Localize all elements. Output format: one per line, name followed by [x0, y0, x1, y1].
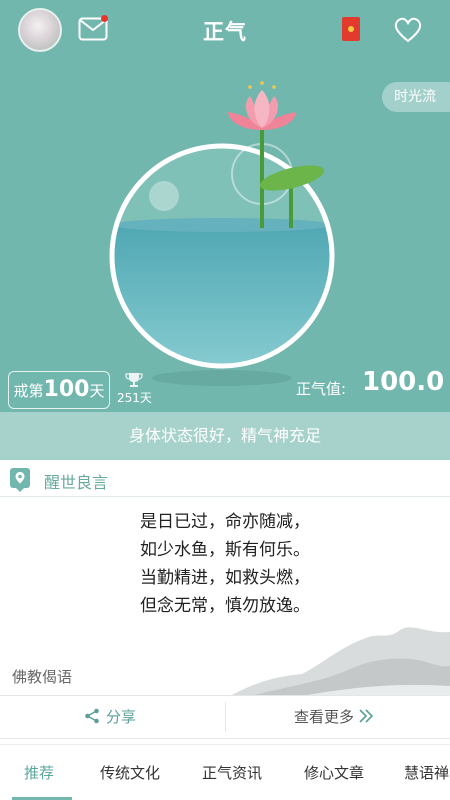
lotus-bowl-scene: 时光流 戒第100天 251天 正气值: 100.0: [0, 60, 450, 412]
lotus-icon: [228, 81, 296, 130]
tab-zen-wisdom[interactable]: 慧语禅: [404, 745, 449, 800]
trophy-icon: [125, 373, 143, 387]
action-separator: [225, 702, 226, 732]
abstinence-days-badge: 戒第100天: [8, 371, 110, 409]
bottom-tab-bar: 推荐 传统文化 正气资讯 修心文章 慧语禅: [0, 744, 450, 800]
days-prefix: 戒第: [13, 382, 44, 400]
share-label: 分享: [106, 708, 137, 726]
poem-line: 如少水鱼，斯有何乐。: [140, 540, 310, 560]
red-packet-icon[interactable]: [342, 17, 360, 41]
ink-mountain-decoration: [230, 627, 450, 696]
poem-line: 当勤精进，如救头燃，: [140, 568, 310, 588]
page-title: 正气: [203, 20, 247, 44]
zhengqi-value: 100.0: [362, 367, 445, 397]
tab-zhengqi-news[interactable]: 正气资讯: [202, 745, 262, 800]
quote-poem: 是日已过，命亦随减， 如少水鱼，斯有何乐。 当勤精进，如救头燃， 但念无常，慎勿…: [0, 508, 450, 620]
record-days: 251天: [117, 391, 152, 405]
quote-card: 醒世良言 是日已过，命亦随减， 如少水鱼，斯有何乐。 当勤精进，如救头燃， 但念…: [0, 460, 450, 696]
top-bar: 正气: [0, 0, 450, 60]
view-more-label: 查看更多: [294, 708, 355, 726]
quote-source: 佛教偈语: [12, 668, 73, 686]
card-actions: 分享 查看更多: [0, 695, 450, 739]
zhengqi-label: 正气值:: [296, 380, 347, 398]
chevron-double-right-icon: [359, 709, 374, 723]
tab-traditional-culture[interactable]: 传统文化: [100, 745, 160, 800]
tab-mind-articles[interactable]: 修心文章: [304, 745, 364, 800]
location-pin-icon: [10, 468, 30, 492]
days-count: 100: [43, 377, 90, 402]
time-flow-button[interactable]: 时光流: [382, 82, 450, 112]
share-button[interactable]: 分享: [84, 696, 136, 738]
heart-icon[interactable]: [394, 17, 422, 43]
share-icon: [85, 708, 99, 724]
view-more-button[interactable]: 查看更多: [294, 696, 374, 738]
card-title: 醒世良言: [44, 473, 109, 492]
tab-recommend[interactable]: 推荐: [24, 745, 54, 800]
divider: [0, 496, 450, 497]
poem-line: 是日已过，命亦随减，: [140, 512, 310, 532]
days-suffix: 天: [89, 382, 105, 400]
lotus-bowl-illustration: [109, 81, 335, 386]
status-message: 身体状态很好，精气神充足: [0, 412, 450, 460]
poem-line: 但念无常，慎勿放逸。: [140, 596, 310, 616]
